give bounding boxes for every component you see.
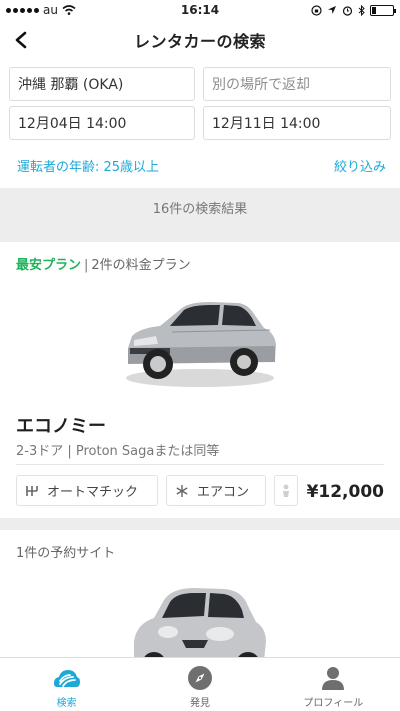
status-bar: au 16:14 (0, 0, 400, 20)
plan-count: 2件の料金プラン (91, 258, 191, 273)
header: レンタカーの検索 (0, 20, 400, 60)
driver-age-link[interactable]: 運転者の年齢: 25歳以上 (17, 156, 159, 175)
booking-site-count: 1件の予約サイト (16, 546, 116, 561)
separator: | (84, 258, 89, 273)
tab-bar: 検索 発見 プロフィール (0, 657, 400, 711)
carrier-label: au (43, 3, 58, 17)
back-arrow-icon (15, 31, 27, 49)
car-result-card[interactable]: 最安プラン | 2件の料金プラン エコノミー 2-3ドア | Proton Saga… (0, 242, 400, 518)
card-header: 最安プラン | 2件の料金プラン (16, 254, 191, 273)
filter-link[interactable]: 絞り込み (334, 156, 386, 175)
location-arrow-icon (328, 6, 336, 14)
bluetooth-icon (358, 4, 365, 16)
divider (16, 464, 384, 465)
transmission-feature: オートマチック (16, 475, 158, 506)
back-button[interactable] (8, 26, 34, 54)
tab-profile[interactable]: プロフィール (267, 658, 400, 711)
alarm-icon (342, 5, 353, 16)
car-image (134, 588, 266, 660)
signal-icon (6, 7, 39, 13)
aircon-feature: エアコン (166, 475, 266, 506)
tab-label: プロフィール (303, 698, 364, 709)
return-location-field[interactable]: 別の場所で返却 (203, 67, 391, 101)
gear-shift-icon (26, 485, 38, 496)
wifi-icon (62, 5, 76, 15)
person-icon (319, 665, 347, 691)
compass-icon (186, 665, 214, 691)
transmission-label: オートマチック (47, 485, 139, 500)
cloud-wave-icon (53, 665, 81, 691)
tab-label: 検索 (56, 698, 77, 709)
person-icon (283, 484, 289, 497)
status-time: 16:14 (180, 3, 220, 17)
car-image (126, 302, 276, 387)
aircon-label: エアコン (197, 485, 250, 500)
tab-label: 発見 (189, 698, 210, 709)
status-left: au (6, 3, 136, 17)
search-form: 沖縄 那覇 (OKA) 別の場所で返却 12月04日 14:00 12月11日 … (0, 60, 400, 188)
pickup-location-field[interactable]: 沖縄 那覇 (OKA) (9, 67, 195, 101)
price: ¥12,000 (306, 482, 384, 502)
snowflake-icon (176, 484, 188, 497)
pickup-datetime-field[interactable]: 12月04日 14:00 (9, 106, 195, 140)
car-class-name: エコノミー (16, 416, 106, 437)
car-description: 2-3ドア | Proton Sagaまたは同等 (16, 444, 220, 459)
return-datetime-field[interactable]: 12月11日 14:00 (203, 106, 391, 140)
results-count: 16件の検索結果 (152, 202, 248, 217)
card-header: 1件の予約サイト (16, 542, 115, 561)
car-result-card[interactable]: 1件の予約サイト (0, 530, 400, 660)
tab-search[interactable]: 検索 (0, 658, 133, 711)
tab-discover[interactable]: 発見 (133, 658, 266, 711)
rotation-lock-icon (311, 4, 322, 16)
page-title: レンタカーの検索 (133, 32, 266, 51)
passenger-feature (274, 475, 298, 506)
status-right (264, 4, 396, 16)
cheapest-plan-badge: 最安プラン (16, 258, 82, 273)
battery-icon (370, 4, 396, 16)
